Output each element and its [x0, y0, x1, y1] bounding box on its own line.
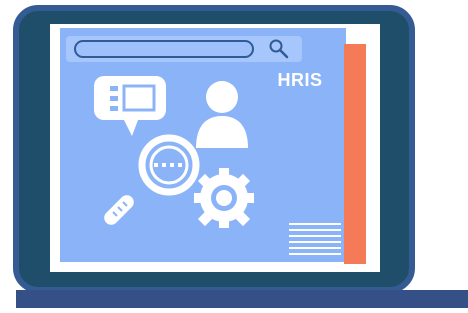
gear-icon: [194, 168, 254, 228]
laptop-svg: [13, 5, 468, 308]
laptop-base: [16, 290, 468, 308]
laptop-illustration: HRIS: [0, 0, 468, 308]
search-input[interactable]: [74, 40, 254, 58]
accent-strip: [344, 44, 366, 264]
hris-label: HRIS: [277, 70, 323, 90]
